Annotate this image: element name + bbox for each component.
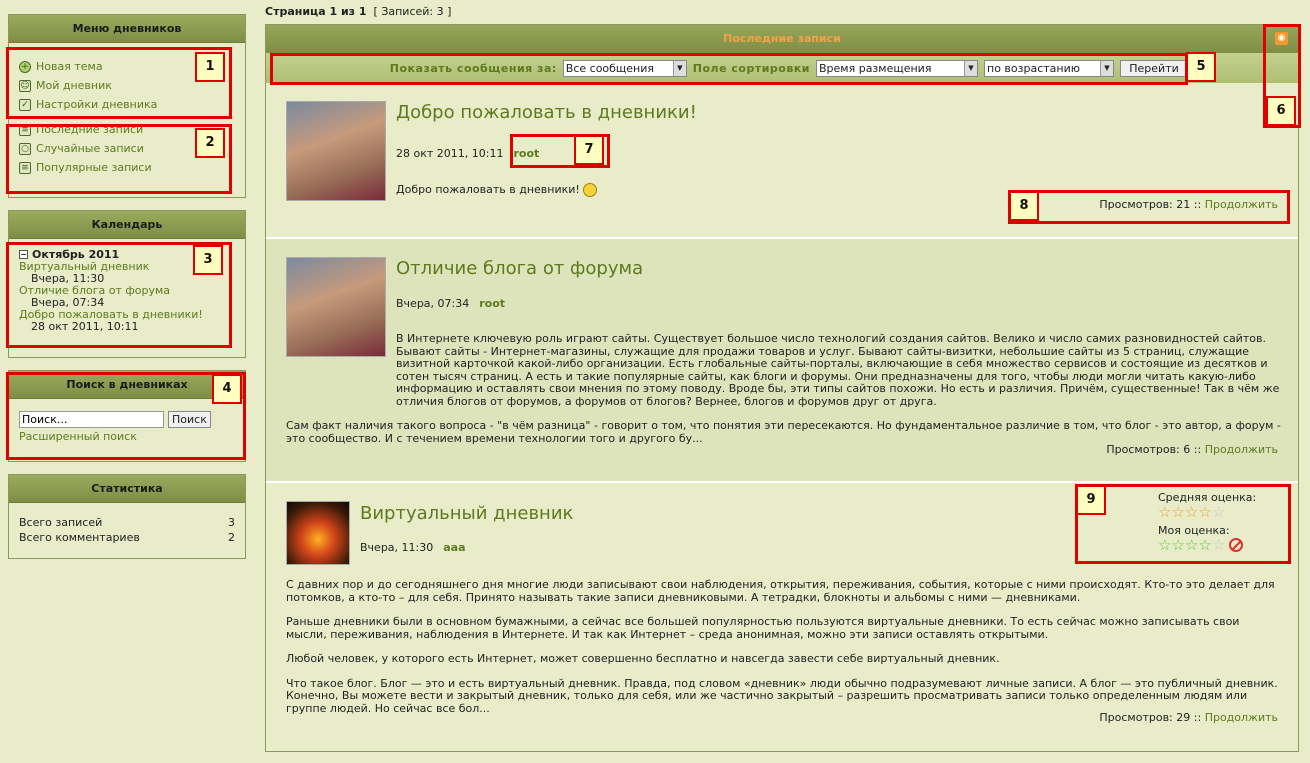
callout-number: 9 [1076, 485, 1106, 515]
callout-box-5 [270, 53, 1188, 85]
callout-box-8 [1008, 190, 1290, 224]
separator: :: [1193, 711, 1202, 724]
stat-row: Всего комментариев 2 [19, 530, 235, 545]
post-title[interactable]: Отличие блога от форума [396, 258, 643, 279]
stat-row: Всего записей 3 [19, 515, 235, 530]
separator: :: [1193, 443, 1202, 456]
callout-number: 7 [574, 135, 604, 165]
callout-number: 4 [212, 374, 242, 404]
post-body: С давних пор и до сегодняшнего дня многи… [286, 578, 1282, 727]
page-indicator: Страница 1 из 1 [265, 5, 367, 18]
views-count: Просмотров: 29 [1099, 711, 1191, 724]
callout-number: 6 [1266, 96, 1296, 126]
post-paragraph: Раньше дневники были в основном бумажным… [286, 615, 1240, 641]
post-body: В Интернете ключевую роль играют сайты. … [286, 332, 1282, 457]
post-text: Добро пожаловать в дневники! [396, 183, 580, 196]
stats-block: Статистика Всего записей 3 Всего коммента… [8, 474, 246, 559]
stat-value: 3 [228, 516, 235, 529]
post-paragraph: С давних пор и до сегодняшнего дня многи… [286, 578, 1275, 604]
views-count: Просмотров: 6 [1106, 443, 1191, 456]
post-item: Отличие блога от форума Вчера, 07:34 root… [266, 239, 1298, 483]
diary-menu-title: Меню дневников [9, 15, 245, 43]
callout-number: 5 [1186, 52, 1216, 82]
stat-label: Всего записей [19, 516, 103, 529]
records-count: [ Записей: 3 ] [373, 5, 452, 18]
callout-number: 3 [193, 245, 223, 275]
post-title[interactable]: Виртуальный дневник [360, 503, 573, 524]
stat-label: Всего комментариев [19, 531, 140, 544]
post-paragraph: Что такое блог. Блог — это и есть виртуа… [286, 676, 1278, 715]
post-title[interactable]: Добро пожаловать в дневники! [396, 102, 697, 123]
post-meta: Вчера, 07:34 root [396, 297, 505, 310]
post-meta: Вчера, 11:30 aaa [360, 541, 466, 554]
callout-number: 8 [1009, 191, 1039, 221]
continue-link[interactable]: Продолжить [1205, 711, 1278, 724]
post-body: Добро пожаловать в дневники! [396, 183, 597, 197]
author-avatar[interactable] [286, 101, 386, 201]
main-content: Страница 1 из 1 [ Записей: 3 ] Последние… [265, 0, 1299, 752]
callout-number: 2 [195, 128, 225, 158]
author-avatar[interactable] [286, 501, 350, 565]
stat-value: 2 [228, 531, 235, 544]
post-author-link[interactable]: aaa [443, 541, 465, 554]
post-footer: Просмотров: 29 :: Продолжить [1099, 711, 1278, 724]
post-paragraph: Сам факт наличия такого вопроса - "в чём… [286, 419, 1281, 445]
callout-box-9 [1075, 484, 1291, 564]
post-date: Вчера, 11:30 [360, 541, 434, 554]
posts-panel: Последние записи ◉ Показать сообщения за… [265, 24, 1299, 752]
panel-title-text: Последние записи [723, 32, 841, 45]
panel-title: Последние записи ◉ [266, 25, 1298, 53]
pager: Страница 1 из 1 [ Записей: 3 ] [265, 0, 1299, 24]
calendar-title: Календарь [9, 211, 245, 239]
post-author-link[interactable]: root [479, 297, 505, 310]
post-paragraph: В Интернете ключевую роль играют сайты. … [396, 332, 1280, 408]
smiley-icon [582, 183, 597, 197]
post-date: Вчера, 07:34 [396, 297, 470, 310]
post-footer: Просмотров: 6 :: Продолжить [1106, 443, 1278, 456]
post-paragraph: Любой человек, у которого есть Интернет,… [286, 652, 1000, 665]
callout-box-4 [6, 372, 246, 460]
callout-number: 1 [195, 52, 225, 82]
stats-title: Статистика [9, 475, 245, 503]
continue-link[interactable]: Продолжить [1205, 443, 1278, 456]
post-date: 28 окт 2011, 10:11 [396, 147, 504, 160]
